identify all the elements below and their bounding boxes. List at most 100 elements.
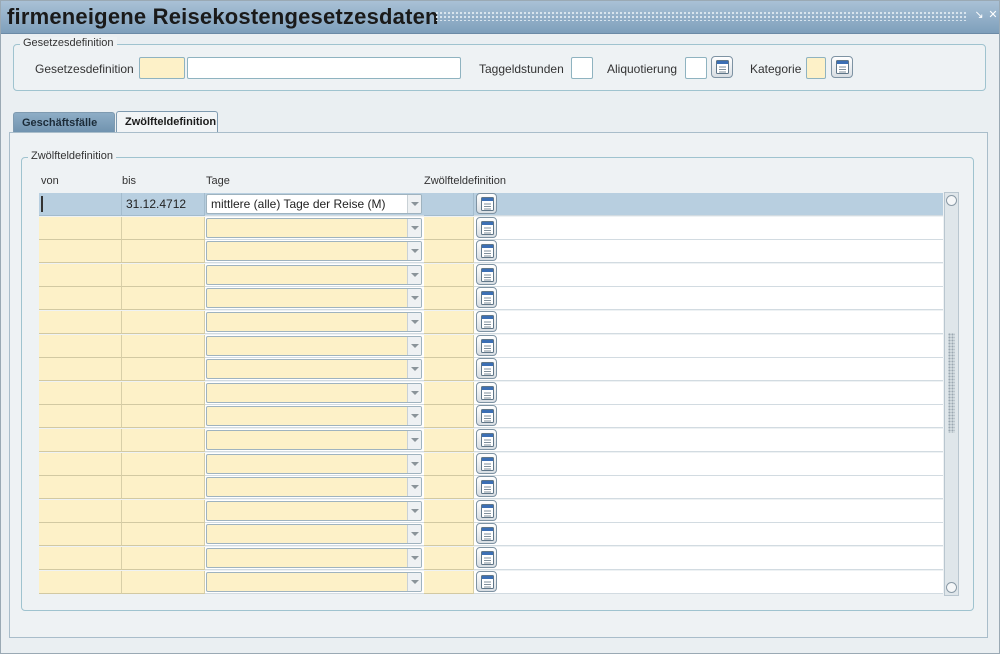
tage-select[interactable]: mittlere (alle) Tage der Reise (M) (206, 194, 422, 214)
von-cell[interactable] (39, 240, 122, 263)
von-cell[interactable] (39, 335, 122, 358)
tab-geschaeftsfaelle[interactable]: Geschäftsfälle (13, 112, 115, 133)
bis-cell[interactable] (122, 382, 205, 405)
zwoelftel-cell[interactable] (424, 547, 474, 570)
zwoelftel-cell[interactable] (424, 382, 474, 405)
zwoelftel-cell[interactable] (424, 240, 474, 263)
zwoelftel-cell[interactable] (424, 523, 474, 546)
zwoelftel-cell[interactable] (424, 193, 474, 216)
bis-cell[interactable] (122, 429, 205, 452)
zwoelftel-cell[interactable] (424, 429, 474, 452)
table-row[interactable] (39, 287, 943, 310)
table-row[interactable] (39, 240, 943, 263)
bis-cell[interactable]: 31.12.4712 (122, 193, 205, 216)
tage-select[interactable] (206, 312, 422, 332)
von-cell[interactable] (39, 193, 122, 216)
zwoelftel-cell[interactable] (424, 311, 474, 334)
zwoelftel-lov-button[interactable] (476, 523, 497, 544)
aliquotierung-field[interactable] (685, 57, 707, 79)
zwoelftel-cell[interactable] (424, 217, 474, 240)
von-cell[interactable] (39, 264, 122, 287)
table-row[interactable] (39, 500, 943, 523)
bis-cell[interactable] (122, 523, 205, 546)
gesetzesdefinition-code-field[interactable] (139, 57, 185, 79)
zwoelftel-lov-button[interactable] (476, 335, 497, 356)
scroll-up-icon[interactable] (946, 195, 957, 206)
zwoelftel-cell[interactable] (424, 453, 474, 476)
table-row[interactable] (39, 476, 943, 499)
bis-cell[interactable] (122, 287, 205, 310)
tage-select[interactable] (206, 241, 422, 261)
zwoelftel-lov-button[interactable] (476, 500, 497, 521)
zwoelftel-lov-button[interactable] (476, 240, 497, 261)
chevron-down-icon[interactable] (407, 525, 421, 543)
bis-cell[interactable] (122, 240, 205, 263)
scroll-down-icon[interactable] (946, 582, 957, 593)
tage-select[interactable] (206, 430, 422, 450)
tage-select[interactable] (206, 548, 422, 568)
zwoelftel-lov-button[interactable] (476, 287, 497, 308)
tage-select[interactable] (206, 288, 422, 308)
table-row[interactable] (39, 311, 943, 334)
von-cell[interactable] (39, 453, 122, 476)
von-cell[interactable] (39, 523, 122, 546)
zwoelftel-lov-button[interactable] (476, 453, 497, 474)
chevron-down-icon[interactable] (407, 242, 421, 260)
bis-cell[interactable] (122, 311, 205, 334)
tage-select[interactable] (206, 524, 422, 544)
chevron-down-icon[interactable] (407, 549, 421, 567)
tage-select[interactable] (206, 406, 422, 426)
table-row[interactable] (39, 358, 943, 381)
zwoelftel-cell[interactable] (424, 571, 474, 594)
tage-select[interactable] (206, 501, 422, 521)
von-cell[interactable] (39, 311, 122, 334)
chevron-down-icon[interactable] (407, 455, 421, 473)
table-row[interactable] (39, 405, 943, 428)
table-row[interactable] (39, 335, 943, 358)
bis-cell[interactable] (122, 217, 205, 240)
vertical-scrollbar[interactable] (944, 192, 959, 596)
zwoelftel-lov-button[interactable] (476, 382, 497, 403)
zwoelftel-lov-button[interactable] (476, 311, 497, 332)
bis-cell[interactable] (122, 547, 205, 570)
von-cell[interactable] (39, 382, 122, 405)
table-row[interactable] (39, 453, 943, 476)
chevron-down-icon[interactable] (407, 478, 421, 496)
tage-select[interactable] (206, 477, 422, 497)
chevron-down-icon[interactable] (407, 431, 421, 449)
zwoelftel-cell[interactable] (424, 476, 474, 499)
tage-select[interactable] (206, 336, 422, 356)
zwoelftel-cell[interactable] (424, 405, 474, 428)
zwoelftel-lov-button[interactable] (476, 571, 497, 592)
bis-cell[interactable] (122, 500, 205, 523)
zwoelftel-cell[interactable] (424, 358, 474, 381)
von-cell[interactable] (39, 429, 122, 452)
kategorie-field[interactable] (806, 57, 826, 79)
chevron-down-icon[interactable] (407, 384, 421, 402)
zwoelftel-cell[interactable] (424, 264, 474, 287)
zwoelftel-lov-button[interactable] (476, 405, 497, 426)
table-row[interactable] (39, 429, 943, 452)
zwoelftel-lov-button[interactable] (476, 429, 497, 450)
bis-cell[interactable] (122, 358, 205, 381)
table-row[interactable] (39, 382, 943, 405)
chevron-down-icon[interactable] (407, 313, 421, 331)
von-cell[interactable] (39, 287, 122, 310)
tage-select[interactable] (206, 359, 422, 379)
taggeldstunden-field[interactable] (571, 57, 593, 79)
chevron-down-icon[interactable] (407, 195, 421, 213)
chevron-down-icon[interactable] (407, 219, 421, 237)
chevron-down-icon[interactable] (407, 337, 421, 355)
zwoelftel-lov-button[interactable] (476, 193, 497, 214)
chevron-down-icon[interactable] (407, 360, 421, 378)
table-row[interactable] (39, 547, 943, 570)
von-cell[interactable] (39, 217, 122, 240)
zwoelftel-lov-button[interactable] (476, 547, 497, 568)
tage-select[interactable] (206, 454, 422, 474)
bis-cell[interactable] (122, 571, 205, 594)
chevron-down-icon[interactable] (407, 407, 421, 425)
bis-cell[interactable] (122, 264, 205, 287)
von-cell[interactable] (39, 500, 122, 523)
zwoelftel-cell[interactable] (424, 500, 474, 523)
tage-select[interactable] (206, 383, 422, 403)
